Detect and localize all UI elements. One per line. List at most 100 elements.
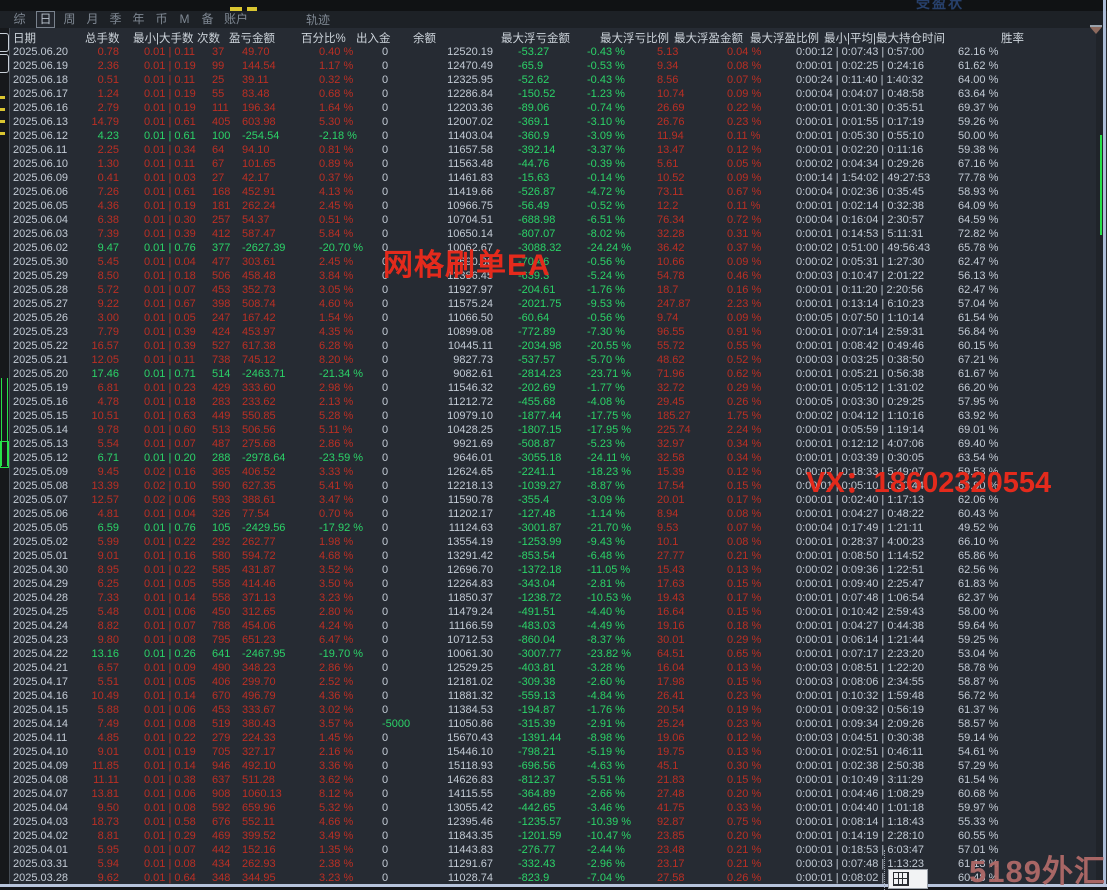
- column-header-11[interactable]: 最大浮盈金额: [674, 30, 743, 46]
- table-row[interactable]: 2025.06.19 2.36 0.01 | 0.19 99 144.54 1.17 % 0…: [10, 59, 1104, 73]
- table-row[interactable]: 2025.05.07 12.57 0.02 | 0.06 593 388.61 3.47 …: [10, 493, 1104, 507]
- menu-item-7[interactable]: 币: [155, 12, 168, 27]
- table-row[interactable]: 2025.04.15 5.88 0.01 | 0.06 453 333.67 3.02 %…: [10, 703, 1104, 717]
- column-header-5[interactable]: 盈亏金额: [229, 30, 275, 46]
- table-row[interactable]: 2025.03.31 5.94 0.01 | 0.08 434 262.93 2.38 %…: [10, 857, 1104, 871]
- table-row[interactable]: 2025.04.03 18.73 0.01 | 0.58 676 552.11 4.66 …: [10, 815, 1104, 829]
- table-row[interactable]: 2025.05.20 17.46 0.01 | 0.71 514 -2463.71 -21…: [10, 367, 1104, 381]
- table-row[interactable]: 2025.03.28 9.62 0.01 | 0.64 348 344.95 3.23 %…: [10, 871, 1104, 885]
- table-row[interactable]: 2025.04.22 13.16 0.01 | 0.26 641 -2467.95 -19…: [10, 647, 1104, 661]
- column-header-1[interactable]: 日期: [13, 30, 36, 46]
- table-row[interactable]: 2025.04.28 7.33 0.01 | 0.14 558 371.13 3.23 %…: [10, 591, 1104, 605]
- table-row[interactable]: 2025.05.26 3.00 0.01 | 0.05 247 167.42 1.54 %…: [10, 311, 1104, 325]
- table-row[interactable]: 2025.06.18 0.51 0.01 | 0.11 25 39.11 0.32 % 0 1…: [10, 73, 1104, 87]
- table-row[interactable]: 2025.04.11 4.85 0.01 | 0.22 279 224.33 1.45 %…: [10, 731, 1104, 745]
- column-header-14[interactable]: 胜率: [1001, 30, 1024, 46]
- menu-item-6[interactable]: 年: [132, 12, 145, 27]
- table-row[interactable]: 2025.04.04 9.50 0.01 | 0.08 592 659.96 5.32 %…: [10, 801, 1104, 815]
- column-header-13[interactable]: 最小|平均|最大持仓时间: [824, 30, 945, 46]
- table-row[interactable]: 2025.05.27 9.22 0.01 | 0.67 398 508.74 4.60 %…: [10, 297, 1104, 311]
- table-row[interactable]: 2025.05.28 5.72 0.01 | 0.07 453 352.73 3.05 %…: [10, 283, 1104, 297]
- cell-percent: 4.60 %: [319, 298, 354, 310]
- table-row[interactable]: 2025.06.20 0.78 0.01 | 0.11 37 49.70 0.40 % 0 1…: [10, 45, 1104, 59]
- table-row[interactable]: 2025.05.02 5.99 0.01 | 0.22 292 262.77 1.98 %…: [10, 535, 1104, 549]
- table-row[interactable]: 2025.06.04 6.38 0.01 | 0.30 257 54.37 0.51 % 0…: [10, 213, 1104, 227]
- table-row[interactable]: 2025.05.30 5.45 0.01 | 0.04 477 303.61 2.45 %…: [10, 255, 1104, 269]
- table-row[interactable]: 2025.04.24 8.82 0.01 | 0.07 788 454.06 4.24 %…: [10, 619, 1104, 633]
- column-header-10[interactable]: 最大浮亏比例: [600, 30, 669, 46]
- table-row[interactable]: 2025.05.12 6.71 0.01 | 0.20 288 -2978.64 -23.…: [10, 451, 1104, 465]
- table-row[interactable]: 2025.05.08 13.39 0.02 | 0.10 590 627.35 5.41 …: [10, 479, 1104, 493]
- table-row[interactable]: 2025.05.19 6.81 0.01 | 0.23 429 333.60 2.98 %…: [10, 381, 1104, 395]
- table-row[interactable]: 2025.04.08 11.11 0.01 | 0.38 637 511.28 3.62 …: [10, 773, 1104, 787]
- table-row[interactable]: 2025.05.22 16.57 0.01 | 0.39 527 617.38 6.28 …: [10, 339, 1104, 353]
- table-row[interactable]: 2025.05.09 9.45 0.02 | 0.16 365 406.52 3.33 %…: [10, 465, 1104, 479]
- menu-item-8[interactable]: M: [178, 12, 191, 27]
- menu-item-10[interactable]: 账户: [224, 12, 248, 27]
- column-header-9[interactable]: 最大浮亏金额: [501, 30, 570, 46]
- column-header-3[interactable]: 最小|大手数: [133, 30, 194, 46]
- cell-max-float-profit-pct: 0.15 %: [727, 676, 762, 688]
- table-row[interactable]: 2025.04.01 5.95 0.01 | 0.07 442 152.16 1.35 %…: [10, 843, 1104, 857]
- table-row[interactable]: 2025.06.06 7.26 0.01 | 0.61 168 452.91 4.13 %…: [10, 185, 1104, 199]
- table-row[interactable]: 2025.04.14 7.49 0.01 | 0.08 519 380.43 3.57 %…: [10, 717, 1104, 731]
- cell-win-rate: 58.93 %: [958, 186, 999, 198]
- table-row[interactable]: 2025.06.10 1.30 0.01 | 0.11 67 101.65 0.89 % 0…: [10, 157, 1104, 171]
- table-row[interactable]: 2025.04.10 9.01 0.01 | 0.19 705 327.17 2.16 %…: [10, 745, 1104, 759]
- table-row[interactable]: 2025.06.03 7.39 0.01 | 0.39 412 587.47 5.84 %…: [10, 227, 1104, 241]
- menu-item-3[interactable]: 周: [63, 12, 76, 27]
- table-row[interactable]: 2025.05.05 6.59 0.01 | 0.76 105 -2429.56 -17.…: [10, 521, 1104, 535]
- menu-item-9[interactable]: 备: [201, 12, 214, 27]
- table-popup-button[interactable]: [888, 869, 928, 889]
- cell-balance: 12520.19: [447, 46, 493, 58]
- menu-item-1[interactable]: 综: [13, 12, 26, 27]
- cell-profit: 101.65: [242, 158, 276, 170]
- table-row[interactable]: 2025.06.09 0.41 0.01 | 0.03 27 42.17 0.37 % 0 1…: [10, 171, 1104, 185]
- menu-item-track[interactable]: 轨迹: [306, 11, 330, 28]
- column-header-7[interactable]: 出入金: [356, 30, 391, 46]
- table-row[interactable]: 2025.05.06 4.81 0.01 | 0.04 326 77.54 0.70 % 0…: [10, 507, 1104, 521]
- column-header-2[interactable]: 总手数: [85, 30, 120, 46]
- table-row[interactable]: 2025.05.16 4.78 0.01 | 0.18 283 233.62 2.13 %…: [10, 395, 1104, 409]
- column-header-6[interactable]: 百分比%: [301, 30, 346, 46]
- scroll-up-arrow-icon[interactable]: [1090, 27, 1102, 34]
- column-header-12[interactable]: 最大浮盈比例: [750, 30, 819, 46]
- table-row[interactable]: 2025.06.16 2.79 0.01 | 0.19 111 196.34 1.64 %…: [10, 101, 1104, 115]
- menu-item-5[interactable]: 季: [109, 12, 122, 27]
- cell-percent: 6.28 %: [319, 340, 354, 352]
- table-row[interactable]: 2025.06.05 4.36 0.01 | 0.19 181 262.24 2.45 %…: [10, 199, 1104, 213]
- table-row[interactable]: 2025.05.15 10.51 0.01 | 0.63 449 550.85 5.28 …: [10, 409, 1104, 423]
- table-row[interactable]: 2025.05.23 7.79 0.01 | 0.39 424 453.97 4.35 %…: [10, 325, 1104, 339]
- table-row[interactable]: 2025.04.25 5.48 0.01 | 0.06 450 312.65 2.80 %…: [10, 605, 1104, 619]
- table-row[interactable]: 2025.04.30 8.95 0.01 | 0.22 585 431.87 3.52 %…: [10, 563, 1104, 577]
- table-row[interactable]: 2025.04.29 6.25 0.01 | 0.05 558 414.46 3.50 %…: [10, 577, 1104, 591]
- table-row[interactable]: 2025.05.13 5.54 0.01 | 0.07 487 275.68 2.86 %…: [10, 437, 1104, 451]
- cell-date: 2025.04.10: [13, 746, 69, 758]
- table-row[interactable]: 2025.05.21 12.05 0.01 | 0.11 738 745.12 8.20 …: [10, 353, 1104, 367]
- cell-total-lots: 0.51: [97, 74, 119, 86]
- table-row[interactable]: 2025.06.13 14.79 0.01 | 0.61 405 603.98 5.30 …: [10, 115, 1104, 129]
- table-row[interactable]: 2025.04.17 5.51 0.01 | 0.05 406 299.70 2.52 %…: [10, 675, 1104, 689]
- menu-item-2[interactable]: 日: [36, 11, 55, 28]
- table-row[interactable]: 2025.04.02 8.81 0.01 | 0.29 469 399.52 3.49 %…: [10, 829, 1104, 843]
- table-row[interactable]: 2025.06.12 4.23 0.01 | 0.61 100 -254.54 -2.18…: [10, 129, 1104, 143]
- cell-max-float-profit: 45.1: [657, 760, 679, 772]
- table-row[interactable]: 2025.05.29 8.50 0.01 | 0.18 506 458.48 3.84 %…: [10, 269, 1104, 283]
- cell-holding-time: 0:00:01 | 0:09:32 | 0:56:19: [796, 704, 925, 716]
- cell-date: 2025.06.13: [13, 116, 69, 128]
- table-row[interactable]: 2025.04.16 10.49 0.01 | 0.14 670 496.79 4.36 …: [10, 689, 1104, 703]
- menu-item-4[interactable]: 月: [86, 12, 99, 27]
- table-row[interactable]: 2025.04.09 11.85 0.01 | 0.14 946 492.10 3.36 …: [10, 759, 1104, 773]
- table-row[interactable]: 2025.06.02 9.47 0.01 | 0.76 377 -2627.39 -20.…: [10, 241, 1104, 255]
- table-row[interactable]: 2025.06.11 2.25 0.01 | 0.34 64 94.10 0.81 % 0 1…: [10, 143, 1104, 157]
- table-row[interactable]: 2025.06.17 1.24 0.01 | 0.19 55 83.48 0.68 % 0 1…: [10, 87, 1104, 101]
- table-row[interactable]: 2025.04.07 13.81 0.01 | 0.06 908 1060.13 8.12…: [10, 787, 1104, 801]
- table-row[interactable]: 2025.05.14 9.78 0.01 | 0.60 513 506.56 5.11 %…: [10, 423, 1104, 437]
- table-row[interactable]: 2025.04.21 6.57 0.01 | 0.09 490 348.23 2.86 %…: [10, 661, 1104, 675]
- cell-total-lots: 13.39: [91, 480, 119, 492]
- column-header-8[interactable]: 余额: [413, 30, 436, 46]
- table-row[interactable]: 2025.04.23 9.80 0.01 | 0.08 795 651.23 6.47 %…: [10, 633, 1104, 647]
- column-header-4[interactable]: 次数: [197, 30, 220, 46]
- table-row[interactable]: 2025.05.01 9.01 0.01 | 0.16 580 594.72 4.68 %…: [10, 549, 1104, 563]
- cell-date: 2025.06.03: [13, 228, 69, 240]
